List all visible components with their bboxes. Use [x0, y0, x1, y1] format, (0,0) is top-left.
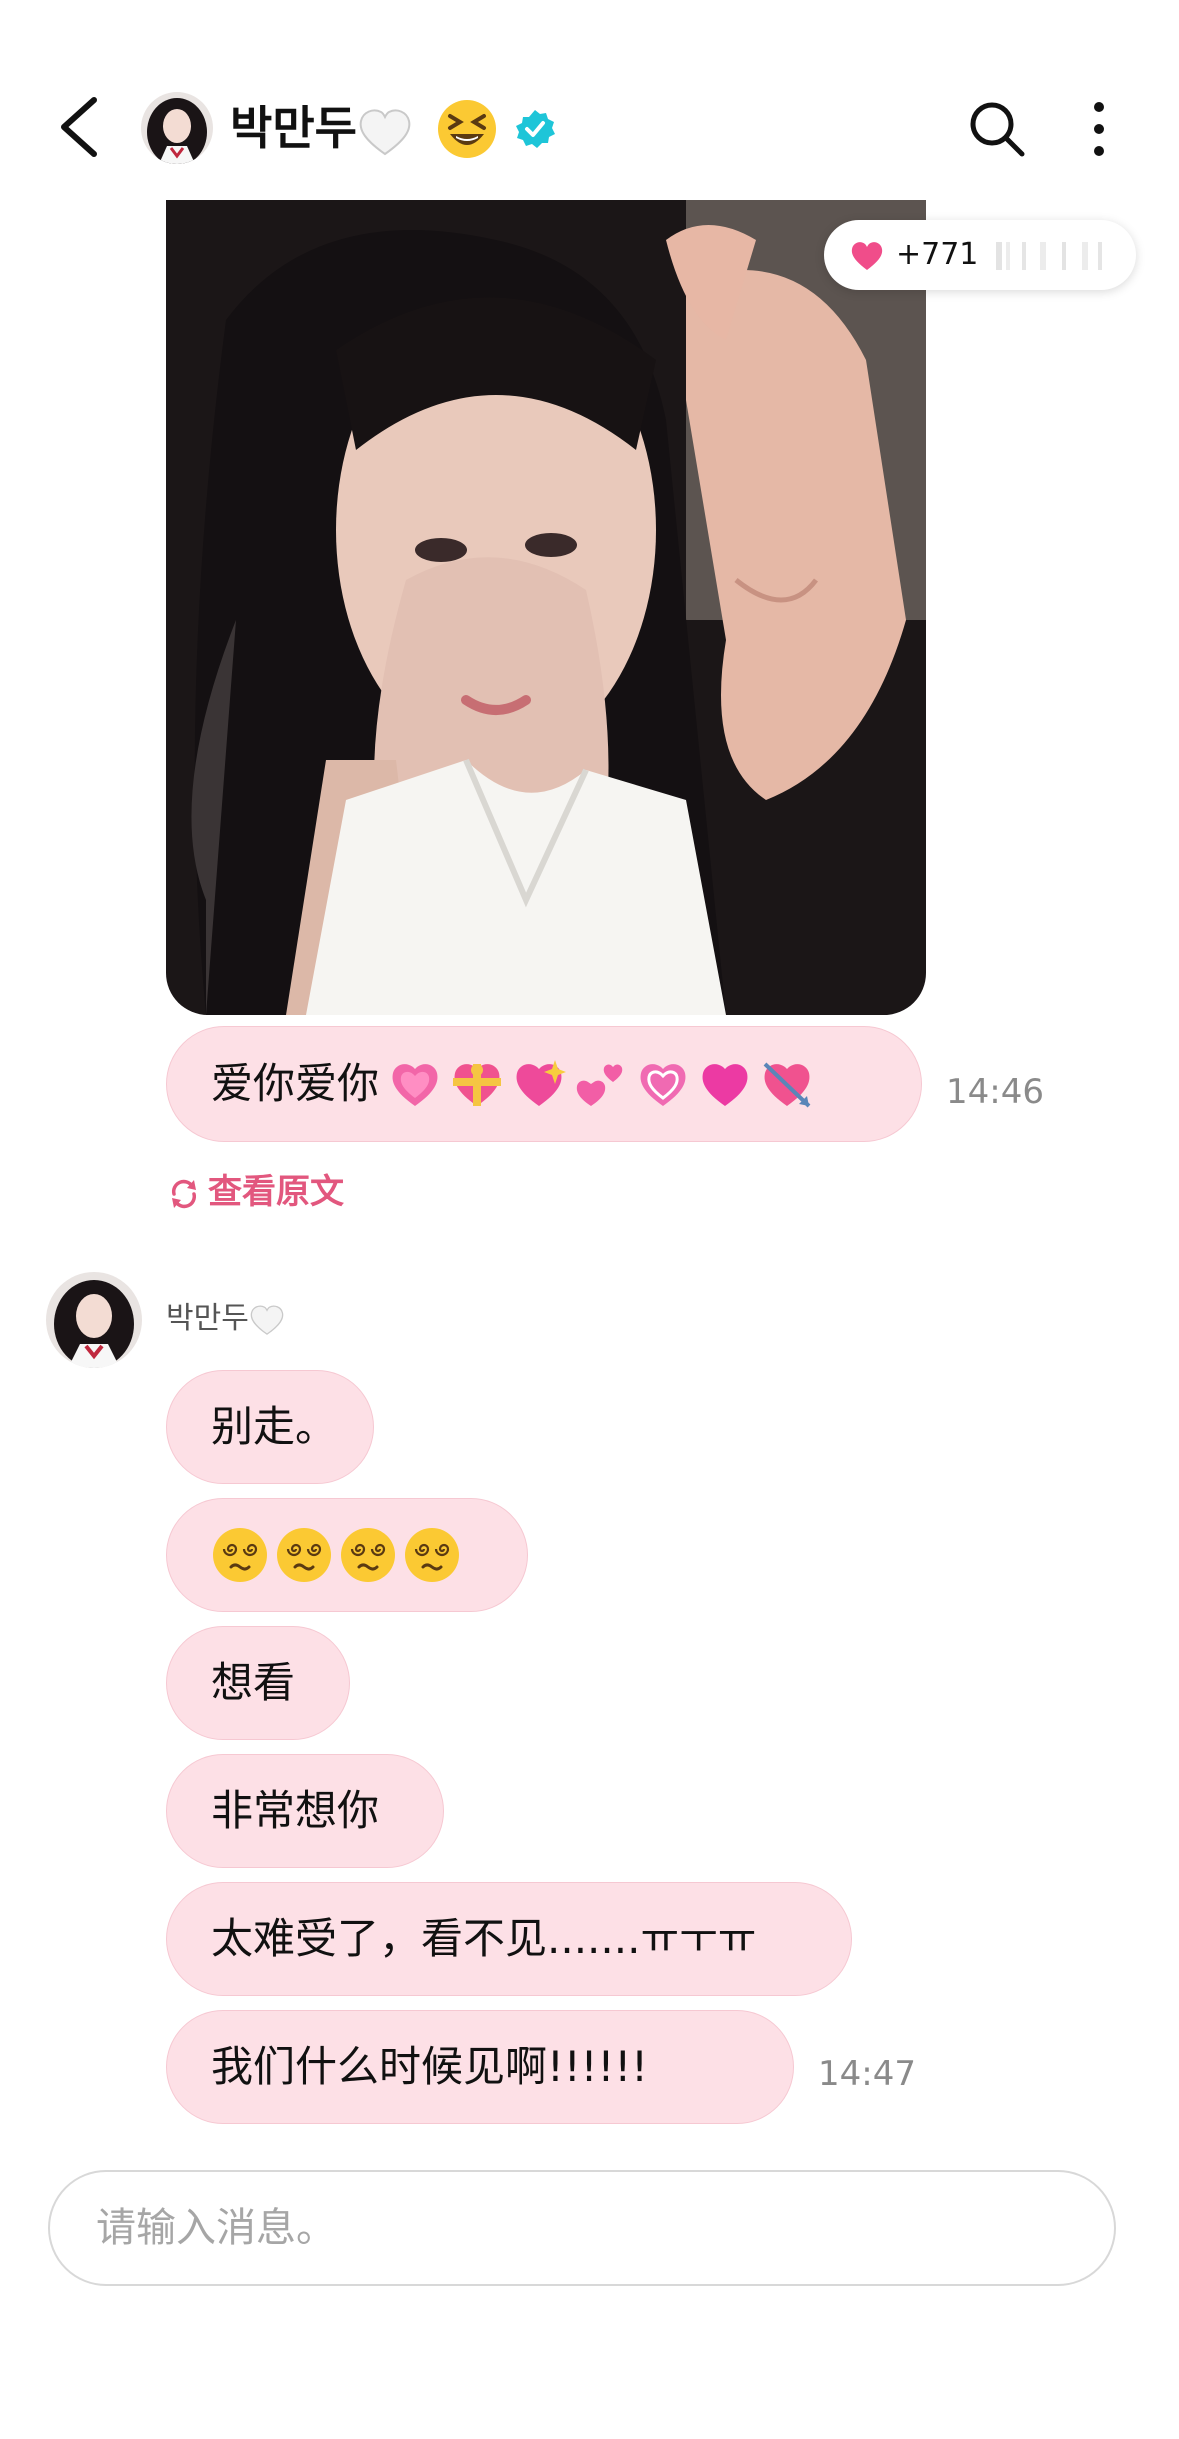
heart-with-ribbon-icon: [453, 1064, 502, 1106]
photo-image: [166, 200, 926, 1015]
message-bubble[interactable]: 非常想你: [166, 1754, 444, 1868]
white-heart-icon: [250, 1305, 284, 1335]
message-bubble[interactable]: 想看: [166, 1626, 350, 1740]
grinning-squinting-face-icon: [438, 100, 496, 158]
face-with-spiral-eyes-icon: [341, 1528, 395, 1582]
face-with-spiral-eyes-icon: [405, 1528, 459, 1582]
reaction-pill[interactable]: [824, 220, 1136, 290]
message-bubble[interactable]: 别走。: [166, 1370, 374, 1484]
search-icon[interactable]: [966, 98, 1028, 160]
sparkling-heart-icon: [516, 1060, 567, 1106]
more-options-icon[interactable]: [1084, 98, 1114, 160]
message-text: 非常想你: [211, 1786, 380, 1835]
message-bubble[interactable]: 爱你爱你: [166, 1026, 922, 1142]
white-heart-icon: [359, 108, 411, 155]
sender-avatar[interactable]: [46, 1272, 142, 1368]
message-text: 爱你爱你: [211, 1059, 380, 1108]
message-bubble[interactable]: [166, 1498, 528, 1612]
avatar-image: [46, 1272, 142, 1368]
message-bubble[interactable]: 太难受了，看不见.......ㅠㅜㅠ: [166, 1882, 852, 1996]
avatar[interactable]: [141, 92, 213, 164]
chat-title: 박만두: [230, 100, 413, 158]
verified-badge-icon: [516, 110, 555, 148]
two-hearts-icon: [576, 1064, 623, 1106]
chat-title-text: 박만두: [230, 101, 357, 155]
message-input[interactable]: [48, 2170, 1116, 2286]
pink-heart-icon: [851, 242, 883, 270]
message-text: 太难受了，看不见.......ㅠㅜㅠ: [211, 1914, 757, 1963]
message-text: 别走。: [211, 1402, 338, 1451]
sender-name: 박만두: [166, 1300, 285, 1338]
view-original-link[interactable]: 查看原文: [208, 1170, 344, 1214]
reaction-avatars-icon: [996, 242, 1102, 270]
beating-heart-icon: [640, 1064, 686, 1106]
sender-name-text: 박만두: [166, 1301, 249, 1336]
translate-refresh-icon[interactable]: [166, 1176, 202, 1212]
message-time: 14:47: [818, 2054, 916, 2094]
reaction-count: +771: [896, 237, 979, 272]
back-icon[interactable]: [52, 92, 112, 162]
face-with-spiral-eyes-icon: [277, 1528, 331, 1582]
face-with-spiral-eyes-icon: [213, 1528, 267, 1582]
photo-message[interactable]: [166, 200, 926, 1015]
pink-heart-icon: [702, 1064, 748, 1106]
message-time: 14:46: [946, 1072, 1044, 1112]
growing-heart-icon: [392, 1064, 438, 1106]
message-bubble[interactable]: 我们什么时候见啊!!!!!!: [166, 2010, 794, 2124]
heart-with-arrow-icon: [763, 1062, 811, 1108]
message-text: 想看: [211, 1658, 296, 1707]
message-text: 我们什么时候见啊!!!!!!: [211, 2042, 649, 2091]
avatar-image: [141, 92, 213, 164]
